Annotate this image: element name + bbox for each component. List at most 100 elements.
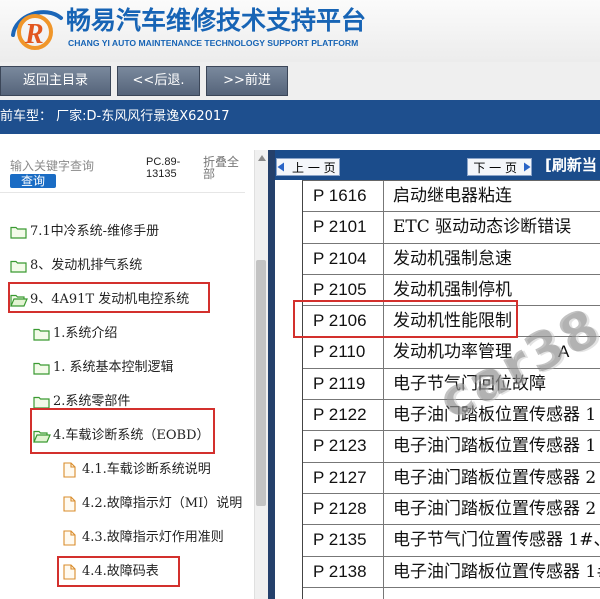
fault-description-text: 电子节气门回位故障 xyxy=(393,373,546,394)
fault-description: ETC 驱动动态诊断错误 xyxy=(384,212,600,242)
refresh-link[interactable]: [刷新当 xyxy=(545,155,597,175)
table-row[interactable]: P 2127 电子油门踏板位置传感器 2 xyxy=(303,462,600,494)
tree-item-4-4[interactable]: 4.4.故障码表 xyxy=(0,555,254,589)
panel-splitter[interactable] xyxy=(268,150,275,599)
search-input[interactable] xyxy=(10,158,135,174)
tree-item-control-logic[interactable]: 1. 系统基本控制逻辑 xyxy=(0,351,254,385)
tree-item-label: 4.2.故障指示灯（MI）说明 xyxy=(82,496,243,511)
fault-description-text: 电子油门踏板位置传感器 1#、 xyxy=(393,561,600,582)
platform-subtitle: CHANG YI AUTO MAINTENANCE TECHNOLOGY SUP… xyxy=(68,38,359,48)
table-row[interactable]: P 2105 发动机强制停机 xyxy=(303,274,600,307)
tree-item-label: 8、发动机排气系统 xyxy=(30,258,143,273)
back-button[interactable]: <<后退. xyxy=(117,66,200,96)
fault-description-text: ETC 驱动动态诊断错误 xyxy=(393,217,572,238)
table-row[interactable]: P 2106 发动机性能限制 xyxy=(303,306,600,338)
folder-icon xyxy=(33,326,53,342)
table-row[interactable]: P 2123 电子油门踏板位置传感器 1 xyxy=(303,431,600,463)
tree-item-eobd[interactable]: 4.车载诊断系统（EOBD） xyxy=(0,419,254,453)
fault-description-text: 电子油门踏板位置传感器 2 xyxy=(393,467,597,488)
search-button[interactable]: 查询 xyxy=(10,174,56,188)
fault-description: 发动机强制停机 xyxy=(384,275,600,305)
tree-item-components[interactable]: 2.系统零部件 xyxy=(0,385,254,419)
fault-description-text: 电子油门踏板位置传感器 1 xyxy=(393,405,597,426)
logo-letter: R xyxy=(24,19,44,50)
folder-icon xyxy=(10,258,30,274)
sidebar-scrollbar[interactable] xyxy=(254,150,268,599)
table-row[interactable]: P 2138 电子油门踏板位置传感器 1#、 xyxy=(303,556,600,588)
table-row[interactable]: P 2119 电子节气门回位故障 xyxy=(303,368,600,401)
fault-code: P 2123 xyxy=(303,431,384,462)
fault-code xyxy=(303,587,384,599)
table-row[interactable]: P 2110 发动机功率管理 A xyxy=(303,337,600,369)
nav-toolbar: 返回主目录 <<后退. >>前进 xyxy=(0,62,600,100)
home-button[interactable]: 返回主目录 xyxy=(0,66,111,96)
fault-code: P 2101 xyxy=(303,212,384,243)
table-row[interactable] xyxy=(303,587,600,599)
fault-description: 电子节气门回位故障 xyxy=(384,369,600,399)
fault-description: 发动机强制怠速 xyxy=(384,244,600,274)
table-row[interactable]: P 1616 启动继电器粘连 xyxy=(303,181,600,213)
table-row[interactable]: P 2122 电子油门踏板位置传感器 1 xyxy=(303,400,600,432)
fault-code: P 2104 xyxy=(303,243,384,274)
current-vehicle-text: 前车型： 厂家:D-东风风行景逸X62017 xyxy=(0,109,230,124)
tree-item-label: 7.1中冷系统-维修手册 xyxy=(30,224,160,239)
fault-description-text: 发动机强制怠速 xyxy=(393,248,512,269)
fault-description-text: 发动机功率管理 xyxy=(393,342,512,363)
current-vehicle-bar: 前车型： 厂家:D-东风风行景逸X62017 xyxy=(0,100,600,134)
tree-item-7-1[interactable]: 7.1中冷系统-维修手册 xyxy=(0,215,254,249)
table-row[interactable]: P 2104 发动机强制怠速 xyxy=(303,243,600,275)
tree-item-4-3[interactable]: 4.3.故障指示灯作用准则 xyxy=(0,521,254,555)
fault-description-text: 电子节气门位置传感器 1#、 xyxy=(393,530,600,551)
document-code-line2: 13135 xyxy=(146,168,177,180)
platform-title: 畅易汽车维修技术支持平台 xyxy=(66,6,367,35)
fault-code: P 2127 xyxy=(303,462,384,493)
file-icon xyxy=(63,462,82,478)
fault-description-text: 电子油门踏板位置传感器 2 xyxy=(393,498,597,519)
fault-code: P 2135 xyxy=(303,525,384,556)
fault-description: 发动机功率管理 A xyxy=(384,337,600,367)
tree-item-label: 1. 系统基本控制逻辑 xyxy=(53,360,174,375)
tree-item-4-2[interactable]: 4.2.故障指示灯（MI）说明 xyxy=(0,487,254,521)
fault-description-text: 发动机性能限制 xyxy=(393,311,512,332)
content-panel: 上 一 页 下 一 页 [刷新当 P 1616 启动继电器粘连 P 2101 E… xyxy=(275,150,600,599)
file-icon xyxy=(63,530,82,546)
pager-bar: 上 一 页 下 一 页 [刷新当 xyxy=(275,150,600,180)
sidebar: 查询 PC.89- 13135 折叠全部 7.1中冷系统-维修手册 8、发动机排… xyxy=(0,150,254,599)
fault-description-text: 启动继电器粘连 xyxy=(393,186,512,206)
fault-description: 启动继电器粘连 xyxy=(384,181,600,211)
brand-logo: R xyxy=(8,4,64,54)
fault-code: P 2119 xyxy=(303,368,384,400)
forward-button[interactable]: >>前进 xyxy=(206,66,288,96)
logo-icon: R xyxy=(11,10,63,50)
scroll-up-arrow-icon[interactable] xyxy=(257,154,267,162)
fault-code: P 2122 xyxy=(303,400,384,431)
tree-item-4-1[interactable]: 4.1.车载诊断系统说明 xyxy=(0,453,254,487)
next-page-button[interactable]: 下 一 页 xyxy=(467,158,532,176)
fault-code: P 2106 xyxy=(303,306,384,337)
fault-description-suffix: A xyxy=(558,342,570,362)
fault-description-text: 电子油门踏板位置传感器 1 xyxy=(393,436,597,457)
table-row[interactable]: P 2101 ETC 驱动动态诊断错误 xyxy=(303,212,600,244)
table-row[interactable]: P 2128 电子油门踏板位置传感器 2 xyxy=(303,493,600,526)
sidebar-divider xyxy=(0,192,245,193)
file-icon xyxy=(63,496,82,512)
prev-page-button[interactable]: 上 一 页 xyxy=(276,158,340,176)
next-page-label: 下 一 页 xyxy=(473,160,517,175)
collapse-all-button[interactable]: 折叠全部 xyxy=(203,156,241,180)
folder-open-icon xyxy=(33,428,53,444)
folder-icon xyxy=(33,394,53,410)
tree-item-label: 4.3.故障指示灯作用准则 xyxy=(82,530,224,545)
fault-code: P 2128 xyxy=(303,493,384,525)
tree-item-label: 4.4.故障码表 xyxy=(82,564,159,579)
tree-item-9[interactable]: 9、4A91T 发动机电控系统 xyxy=(0,283,254,317)
fault-description: 电子油门踏板位置传感器 2 xyxy=(384,463,600,493)
tree-item-label: 4.1.车载诊断系统说明 xyxy=(82,462,211,477)
fault-code: P 2138 xyxy=(303,556,384,587)
fault-description-text: 发动机强制停机 xyxy=(393,279,512,300)
fault-code: P 1616 xyxy=(303,181,384,212)
tree-item-system-intro[interactable]: 1.系统介绍 xyxy=(0,317,254,351)
tree-item-8[interactable]: 8、发动机排气系统 xyxy=(0,249,254,283)
scrollbar-thumb[interactable] xyxy=(256,260,266,506)
document-code-line1: PC.89- xyxy=(146,156,181,168)
table-row[interactable]: P 2135 电子节气门位置传感器 1#、 xyxy=(303,525,600,557)
